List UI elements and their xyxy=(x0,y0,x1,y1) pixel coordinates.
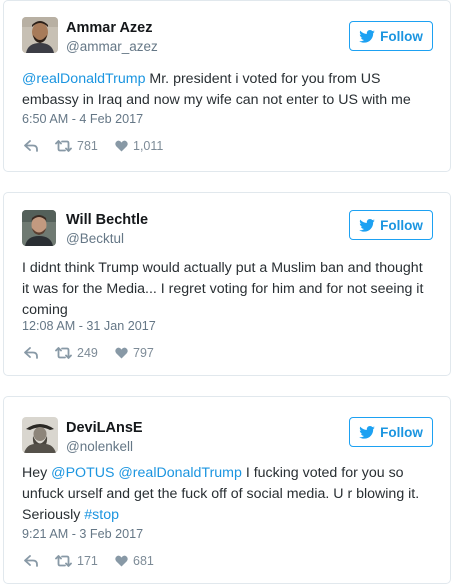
tweet-card: DeviLAnsE @nolenkell Follow Hey @POTUS @… xyxy=(3,396,451,584)
twitter-bird-icon xyxy=(359,29,375,43)
twitter-bird-icon xyxy=(359,218,375,232)
follow-button[interactable]: Follow xyxy=(349,21,433,51)
avatar[interactable] xyxy=(22,210,56,246)
like-count: 1,011 xyxy=(133,139,164,153)
timestamp[interactable]: 9:21 AM - 3 Feb 2017 xyxy=(22,527,143,541)
hashtag-link[interactable]: #stop xyxy=(84,507,119,523)
reply-icon xyxy=(24,347,38,359)
follow-button[interactable]: Follow xyxy=(349,210,433,240)
user-handle[interactable]: @Becktul xyxy=(66,231,124,246)
follow-label: Follow xyxy=(380,217,423,233)
mention-link[interactable]: @POTUS xyxy=(51,465,114,481)
retweet-icon xyxy=(55,555,72,567)
retweet-icon xyxy=(55,347,72,359)
like-button[interactable]: 681 xyxy=(115,554,154,568)
display-name[interactable]: Ammar Azez xyxy=(66,20,153,36)
tweet-text: Hey @POTUS @realDonaldTrump I fucking vo… xyxy=(22,463,432,526)
display-name[interactable]: DeviLAnsE xyxy=(66,420,143,436)
follow-button[interactable]: Follow xyxy=(349,417,433,447)
like-button[interactable]: 1,011 xyxy=(115,139,163,153)
heart-icon xyxy=(115,140,128,152)
reply-button[interactable] xyxy=(24,140,55,152)
timestamp[interactable]: 6:50 AM - 4 Feb 2017 xyxy=(22,112,143,126)
tweet-card: Will Bechtle @Becktul Follow I didnt thi… xyxy=(3,192,451,376)
retweet-count: 171 xyxy=(77,554,98,568)
reply-button[interactable] xyxy=(24,555,55,567)
avatar[interactable] xyxy=(22,417,58,453)
mention-link[interactable]: @realDonaldTrump xyxy=(118,465,241,481)
tweet-actions: 171 681 xyxy=(24,553,154,569)
avatar[interactable] xyxy=(22,17,58,53)
retweet-button[interactable]: 249 xyxy=(55,346,115,360)
tweet-actions: 249 797 xyxy=(24,345,154,361)
follow-label: Follow xyxy=(380,28,423,44)
twitter-bird-icon xyxy=(359,425,375,439)
tweet-card: Ammar Azez @ammar_azez Follow @realDonal… xyxy=(3,0,451,172)
follow-label: Follow xyxy=(380,424,423,440)
timestamp[interactable]: 12:08 AM - 31 Jan 2017 xyxy=(22,319,156,333)
retweet-button[interactable]: 781 xyxy=(55,139,115,153)
user-handle[interactable]: @ammar_azez xyxy=(66,39,158,54)
like-count: 681 xyxy=(133,554,154,568)
retweet-button[interactable]: 171 xyxy=(55,554,115,568)
heart-icon xyxy=(115,555,128,567)
reply-icon xyxy=(24,140,38,152)
mention-link[interactable]: @realDonaldTrump xyxy=(22,71,145,87)
user-handle[interactable]: @nolenkell xyxy=(66,439,133,454)
heart-icon xyxy=(115,347,128,359)
tweet-text-segment: Hey xyxy=(22,465,52,481)
tweet-text-segment: I didnt think Trump would actually put a… xyxy=(22,260,424,318)
retweet-count: 249 xyxy=(77,346,98,360)
tweet-text: @realDonaldTrump Mr. president i voted f… xyxy=(22,69,432,111)
like-count: 797 xyxy=(133,346,154,360)
tweet-actions: 781 1,011 xyxy=(24,138,163,154)
reply-icon xyxy=(24,555,38,567)
retweet-count: 781 xyxy=(77,139,98,153)
retweet-icon xyxy=(55,140,72,152)
like-button[interactable]: 797 xyxy=(115,346,154,360)
display-name[interactable]: Will Bechtle xyxy=(66,212,148,228)
reply-button[interactable] xyxy=(24,347,55,359)
tweet-text: I didnt think Trump would actually put a… xyxy=(22,258,432,321)
